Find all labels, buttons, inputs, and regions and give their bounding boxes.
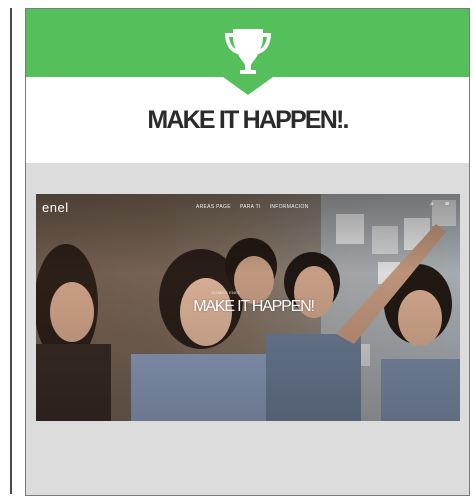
preview-panel: enel AREAS PAGE PARA TI INFORMACION ⌕ ≡ … bbox=[26, 163, 469, 495]
nav-item[interactable]: INFORMACION bbox=[270, 204, 309, 210]
hero-utility-icons: ⌕ ≡ bbox=[430, 201, 454, 210]
trophy-icon bbox=[225, 29, 271, 74]
search-icon[interactable]: ⌕ bbox=[430, 201, 439, 210]
left-divider bbox=[10, 8, 12, 494]
menu-icon[interactable]: ≡ bbox=[445, 201, 454, 210]
hero-heading: MAKE IT HAPPEN! bbox=[193, 298, 315, 315]
hero-kicker: SOMOS ENEL bbox=[211, 290, 241, 295]
make-it-happen-card[interactable]: MAKE IT HAPPEN!. enel AREAS PAGE PARA TI… bbox=[25, 8, 470, 496]
card-title: MAKE IT HAPPEN!. bbox=[147, 106, 349, 134]
hero-image[interactable]: enel AREAS PAGE PARA TI INFORMACION ⌕ ≡ … bbox=[36, 194, 460, 421]
nav-item[interactable]: PARA TI bbox=[240, 204, 261, 210]
hero-nav: AREAS PAGE PARA TI INFORMACION bbox=[196, 204, 309, 210]
nav-item[interactable]: AREAS PAGE bbox=[196, 204, 231, 210]
enel-logo[interactable]: enel bbox=[42, 200, 69, 215]
